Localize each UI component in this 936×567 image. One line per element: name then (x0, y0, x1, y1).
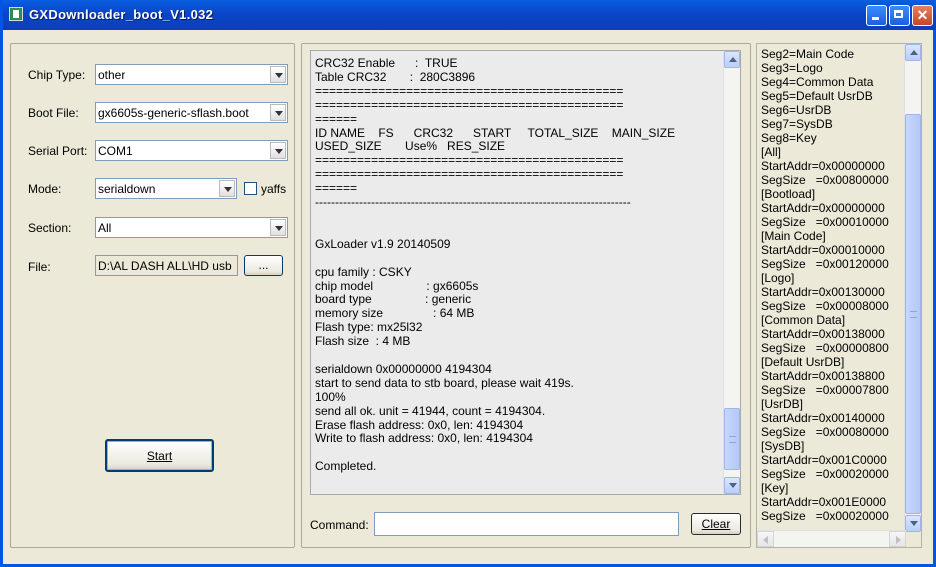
window-title: GXDownloader_boot_V1.032 (29, 7, 214, 22)
scroll-up-icon[interactable] (724, 51, 740, 68)
boot-file-select[interactable]: gx6605s-generic-sflash.boot (95, 102, 288, 123)
chip-type-select[interactable]: other (95, 64, 288, 85)
maximize-icon (890, 6, 909, 25)
console-text: CRC32 Enable : TRUE Table CRC32 : 280C38… (315, 56, 676, 474)
segments-list[interactable]: Seg2=Main Code Seg3=Logo Seg4=Common Dat… (756, 43, 922, 548)
chevron-down-icon[interactable] (270, 66, 286, 83)
scroll-left-icon[interactable] (757, 531, 774, 547)
minimize-button[interactable] (866, 5, 887, 26)
chip-type-label: Chip Type: (28, 68, 86, 82)
command-label: Command: (310, 518, 369, 532)
file-path-value: D:\AL DASH ALL\HD usb (98, 259, 232, 273)
serial-port-select[interactable]: COM1 (95, 140, 288, 161)
clear-button[interactable]: Clear (691, 513, 741, 535)
boot-file-label: Boot File: (28, 106, 79, 120)
segments-vscrollbar[interactable] (904, 44, 921, 532)
yaffs-checkbox[interactable] (244, 182, 257, 195)
title-bar[interactable]: GXDownloader_boot_V1.032 ✕ (3, 0, 936, 30)
file-label: File: (28, 260, 51, 274)
start-button[interactable]: Start (105, 439, 214, 472)
minimize-icon (867, 6, 886, 25)
browse-label: ... (258, 258, 269, 272)
console-scrollbar[interactable] (723, 51, 740, 494)
mode-value: serialdown (98, 182, 156, 196)
boot-file-value: gx6605s-generic-sflash.boot (98, 106, 249, 120)
chevron-down-icon[interactable] (270, 142, 286, 159)
scroll-thumb[interactable] (724, 408, 740, 471)
segments-text: Seg2=Main Code Seg3=Logo Seg4=Common Dat… (761, 47, 889, 523)
section-label: Section: (28, 221, 72, 235)
clear-label: Clear (701, 517, 731, 531)
maximize-button[interactable] (889, 5, 910, 26)
chip-type-value: other (98, 68, 126, 82)
scroll-down-icon[interactable] (724, 477, 740, 494)
close-button[interactable]: ✕ (912, 5, 933, 26)
serial-port-value: COM1 (98, 144, 133, 158)
section-select[interactable]: All (95, 217, 288, 238)
yaffs-label: yaffs (261, 182, 287, 196)
main-window: GXDownloader_boot_V1.032 ✕ Chip Type: ot… (0, 0, 936, 567)
section-value: All (98, 221, 112, 235)
chevron-down-icon[interactable] (270, 104, 286, 121)
scroll-down-icon[interactable] (905, 515, 921, 532)
scroll-up-icon[interactable] (905, 44, 921, 61)
chevron-down-icon[interactable] (219, 180, 235, 197)
serial-port-label: Serial Port: (28, 144, 88, 158)
console-panel: CRC32 Enable : TRUE Table CRC32 : 280C38… (301, 43, 751, 548)
mode-select[interactable]: serialdown (95, 178, 237, 199)
start-label: Start (146, 449, 173, 463)
browse-button[interactable]: ... (244, 255, 283, 276)
scroll-right-icon[interactable] (889, 531, 906, 547)
console-output[interactable]: CRC32 Enable : TRUE Table CRC32 : 280C38… (310, 50, 741, 495)
scroll-thumb[interactable] (905, 113, 921, 514)
settings-panel: Chip Type: other Boot File: gx6605s-gene… (10, 43, 295, 548)
app-icon[interactable] (9, 7, 23, 21)
chevron-down-icon[interactable] (270, 219, 286, 236)
mode-label: Mode: (28, 182, 62, 196)
segments-hscrollbar[interactable] (757, 530, 906, 547)
file-path-field[interactable]: D:\AL DASH ALL\HD usb (95, 255, 238, 276)
command-input[interactable] (374, 512, 679, 536)
close-icon: ✕ (916, 7, 929, 23)
